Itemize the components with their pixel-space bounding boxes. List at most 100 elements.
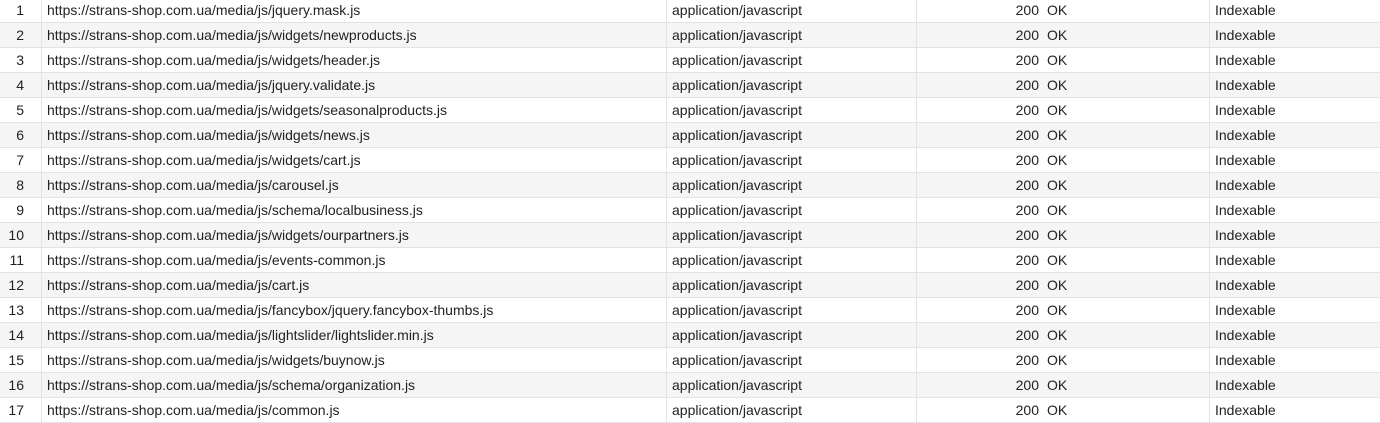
indexability-cell[interactable]: Indexable: [1210, 23, 1380, 48]
content-type-cell[interactable]: application/javascript: [667, 122, 917, 148]
table-row[interactable]: 11 https://strans-shop.com.ua/media/js/ev…: [0, 247, 1380, 273]
indexability-cell[interactable]: Indexable: [1210, 48, 1380, 73]
content-type-cell[interactable]: application/javascript: [667, 347, 917, 373]
content-type-cell[interactable]: application/javascript: [667, 47, 917, 73]
status-cell[interactable]: OK: [1042, 147, 1210, 173]
status-cell[interactable]: OK: [1042, 72, 1210, 98]
status-code-cell[interactable]: 200: [917, 148, 1042, 173]
status-code-cell[interactable]: 200: [917, 223, 1042, 248]
status-cell[interactable]: OK: [1042, 322, 1210, 348]
indexability-cell[interactable]: Indexable: [1210, 0, 1380, 23]
status-cell[interactable]: OK: [1042, 0, 1210, 23]
table-row[interactable]: 17 https://strans-shop.com.ua/media/js/co…: [0, 397, 1380, 423]
content-type-cell[interactable]: application/javascript: [667, 322, 917, 348]
table-row[interactable]: 2 https://strans-shop.com.ua/media/js/wid…: [0, 22, 1380, 48]
address-cell[interactable]: https://strans-shop.com.ua/media/js/widg…: [42, 97, 667, 123]
content-type-cell[interactable]: application/javascript: [667, 97, 917, 123]
indexability-cell[interactable]: Indexable: [1210, 198, 1380, 223]
content-type-cell[interactable]: application/javascript: [667, 197, 917, 223]
address-cell[interactable]: https://strans-shop.com.ua/media/js/widg…: [42, 47, 667, 73]
status-code-cell[interactable]: 200: [917, 198, 1042, 223]
table-row[interactable]: 6 https://strans-shop.com.ua/media/js/wid…: [0, 122, 1380, 148]
address-cell[interactable]: https://strans-shop.com.ua/media/js/sche…: [42, 372, 667, 398]
row-number[interactable]: 3: [0, 47, 42, 73]
indexability-cell[interactable]: Indexable: [1210, 373, 1380, 398]
status-code-cell[interactable]: 200: [917, 273, 1042, 298]
status-cell[interactable]: OK: [1042, 397, 1210, 423]
content-type-cell[interactable]: application/javascript: [667, 72, 917, 98]
indexability-cell[interactable]: Indexable: [1210, 348, 1380, 373]
row-number[interactable]: 5: [0, 97, 42, 123]
status-cell[interactable]: OK: [1042, 297, 1210, 323]
status-code-cell[interactable]: 200: [917, 98, 1042, 123]
indexability-cell[interactable]: Indexable: [1210, 273, 1380, 298]
row-number[interactable]: 10: [0, 222, 42, 248]
row-number[interactable]: 13: [0, 297, 42, 323]
address-cell[interactable]: https://strans-shop.com.ua/media/js/jque…: [42, 0, 667, 23]
address-cell[interactable]: https://strans-shop.com.ua/media/js/widg…: [42, 347, 667, 373]
address-cell[interactable]: https://strans-shop.com.ua/media/js/ligh…: [42, 322, 667, 348]
table-row[interactable]: 14 https://strans-shop.com.ua/media/js/li…: [0, 322, 1380, 348]
status-cell[interactable]: OK: [1042, 172, 1210, 198]
row-number[interactable]: 17: [0, 397, 42, 423]
status-code-cell[interactable]: 200: [917, 0, 1042, 23]
row-number[interactable]: 2: [0, 22, 42, 48]
row-number[interactable]: 9: [0, 197, 42, 223]
content-type-cell[interactable]: application/javascript: [667, 147, 917, 173]
status-cell[interactable]: OK: [1042, 222, 1210, 248]
status-code-cell[interactable]: 200: [917, 173, 1042, 198]
status-cell[interactable]: OK: [1042, 97, 1210, 123]
row-number[interactable]: 4: [0, 72, 42, 98]
status-code-cell[interactable]: 200: [917, 298, 1042, 323]
indexability-cell[interactable]: Indexable: [1210, 173, 1380, 198]
indexability-cell[interactable]: Indexable: [1210, 148, 1380, 173]
status-cell[interactable]: OK: [1042, 122, 1210, 148]
address-cell[interactable]: https://strans-shop.com.ua/media/js/caro…: [42, 172, 667, 198]
address-cell[interactable]: https://strans-shop.com.ua/media/js/widg…: [42, 222, 667, 248]
row-number[interactable]: 15: [0, 347, 42, 373]
content-type-cell[interactable]: application/javascript: [667, 297, 917, 323]
address-cell[interactable]: https://strans-shop.com.ua/media/js/jque…: [42, 72, 667, 98]
address-cell[interactable]: https://strans-shop.com.ua/media/js/comm…: [42, 397, 667, 423]
status-code-cell[interactable]: 200: [917, 248, 1042, 273]
address-cell[interactable]: https://strans-shop.com.ua/media/js/even…: [42, 247, 667, 273]
indexability-cell[interactable]: Indexable: [1210, 398, 1380, 423]
status-cell[interactable]: OK: [1042, 247, 1210, 273]
row-number[interactable]: 1: [0, 0, 42, 23]
status-cell[interactable]: OK: [1042, 272, 1210, 298]
address-cell[interactable]: https://strans-shop.com.ua/media/js/widg…: [42, 22, 667, 48]
content-type-cell[interactable]: application/javascript: [667, 22, 917, 48]
indexability-cell[interactable]: Indexable: [1210, 298, 1380, 323]
content-type-cell[interactable]: application/javascript: [667, 222, 917, 248]
status-code-cell[interactable]: 200: [917, 48, 1042, 73]
row-number[interactable]: 7: [0, 147, 42, 173]
table-row[interactable]: 15 https://strans-shop.com.ua/media/js/wi…: [0, 347, 1380, 373]
table-row[interactable]: 9 https://strans-shop.com.ua/media/js/sch…: [0, 197, 1380, 223]
table-row[interactable]: 5 https://strans-shop.com.ua/media/js/wid…: [0, 97, 1380, 123]
status-cell[interactable]: OK: [1042, 197, 1210, 223]
content-type-cell[interactable]: application/javascript: [667, 0, 917, 23]
indexability-cell[interactable]: Indexable: [1210, 73, 1380, 98]
content-type-cell[interactable]: application/javascript: [667, 172, 917, 198]
address-cell[interactable]: https://strans-shop.com.ua/media/js/sche…: [42, 197, 667, 223]
status-code-cell[interactable]: 200: [917, 323, 1042, 348]
row-number[interactable]: 12: [0, 272, 42, 298]
table-row[interactable]: 16 https://strans-shop.com.ua/media/js/sc…: [0, 372, 1380, 398]
table-row[interactable]: 4 https://strans-shop.com.ua/media/js/jqu…: [0, 72, 1380, 98]
address-cell[interactable]: https://strans-shop.com.ua/media/js/fanc…: [42, 297, 667, 323]
status-code-cell[interactable]: 200: [917, 373, 1042, 398]
content-type-cell[interactable]: application/javascript: [667, 247, 917, 273]
table-row[interactable]: 12 https://strans-shop.com.ua/media/js/ca…: [0, 272, 1380, 298]
status-cell[interactable]: OK: [1042, 22, 1210, 48]
table-row[interactable]: 7 https://strans-shop.com.ua/media/js/wid…: [0, 147, 1380, 173]
table-row[interactable]: 1 https://strans-shop.com.ua/media/js/jqu…: [0, 0, 1380, 23]
status-cell[interactable]: OK: [1042, 347, 1210, 373]
row-number[interactable]: 11: [0, 247, 42, 273]
content-type-cell[interactable]: application/javascript: [667, 372, 917, 398]
status-code-cell[interactable]: 200: [917, 73, 1042, 98]
indexability-cell[interactable]: Indexable: [1210, 223, 1380, 248]
table-row[interactable]: 3 https://strans-shop.com.ua/media/js/wid…: [0, 47, 1380, 73]
status-cell[interactable]: OK: [1042, 47, 1210, 73]
address-cell[interactable]: https://strans-shop.com.ua/media/js/widg…: [42, 122, 667, 148]
indexability-cell[interactable]: Indexable: [1210, 323, 1380, 348]
